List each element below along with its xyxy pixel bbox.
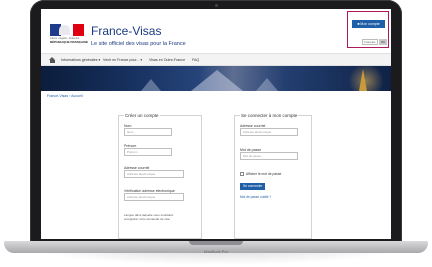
nav-item-faq[interactable]: FAQ [192,58,199,62]
louvre-pyramid-image [191,70,243,91]
laptop-model-label: MacBook Pro [203,249,228,254]
republique-name: RÉPUBLIQUE FRANÇAISE [50,39,89,44]
firstname-input[interactable]: Prénom [124,148,172,156]
nav-item-venir-en-france[interactable]: Venir en France pour... ▾ [103,58,142,62]
language-go-button[interactable]: OK [379,39,387,45]
show-password-checkbox[interactable] [240,172,244,176]
nav-item-visas-outre-france[interactable]: Visas en Outre-France [149,58,185,62]
laptop-base: MacBook Pro [4,241,428,254]
flag-red [72,24,84,36]
hero-banner [41,66,391,91]
nav-item-informations[interactable]: Informations générales ▾ [61,58,100,62]
email-input[interactable]: Adresse électronique [124,170,184,178]
main-nav: Informations générales ▾ Venir en France… [41,53,391,66]
small-pyramid-right [256,78,278,91]
camera-dot [215,4,218,7]
republique-text: Liberté • Égalité • Fraternité RÉPUBLIQU… [50,37,89,44]
site-header: Liberté • Égalité • Fraternité RÉPUBLIQU… [41,9,391,53]
laptop-notch [189,241,243,245]
breadcrumb[interactable]: France-Visas › Accueil [47,94,83,98]
password-input[interactable]: Mot de passe [240,152,298,160]
login-submit-button[interactable]: Se connecter [240,183,266,190]
my-account-label: Mon compte [360,22,380,26]
site-subtitle: Le site officiel des visas pour la Franc… [91,41,186,47]
login-email-input[interactable]: Adresse électronique [240,128,298,136]
site-title[interactable]: France-Visas [91,24,161,38]
email-confirm-input[interactable]: Adresse électronique [124,193,184,201]
marianne-icon [59,25,70,35]
forgot-password-link[interactable]: Mot de passe oublié ? [240,195,271,199]
lastname-input[interactable]: Nom [124,128,172,136]
republique-francaise-logo[interactable]: Liberté • Égalité • Fraternité RÉPUBLIQU… [50,24,89,44]
login-form: Se connecter à mon compte Adresse courri… [234,113,312,239]
login-legend: Se connecter à mon compte [240,113,299,118]
eiffel-tower-image [359,69,367,91]
home-icon[interactable] [49,57,56,63]
create-account-legend: Créer un compte [124,113,160,118]
my-account-button[interactable]: ■ Mon compte [352,20,385,28]
language-select[interactable]: Français [362,39,378,45]
laptop-screen: Liberté • Égalité • Fraternité RÉPUBLIQU… [41,9,391,239]
small-pyramid-left [141,79,161,91]
show-password-label[interactable]: Afficher le mot de passe [246,172,281,176]
create-account-form: Créer un compte Nom Nom Prénom Prénom Ad… [118,113,202,239]
language-help-text: Langue dans laquelle vous souhaitez enre… [124,213,174,221]
